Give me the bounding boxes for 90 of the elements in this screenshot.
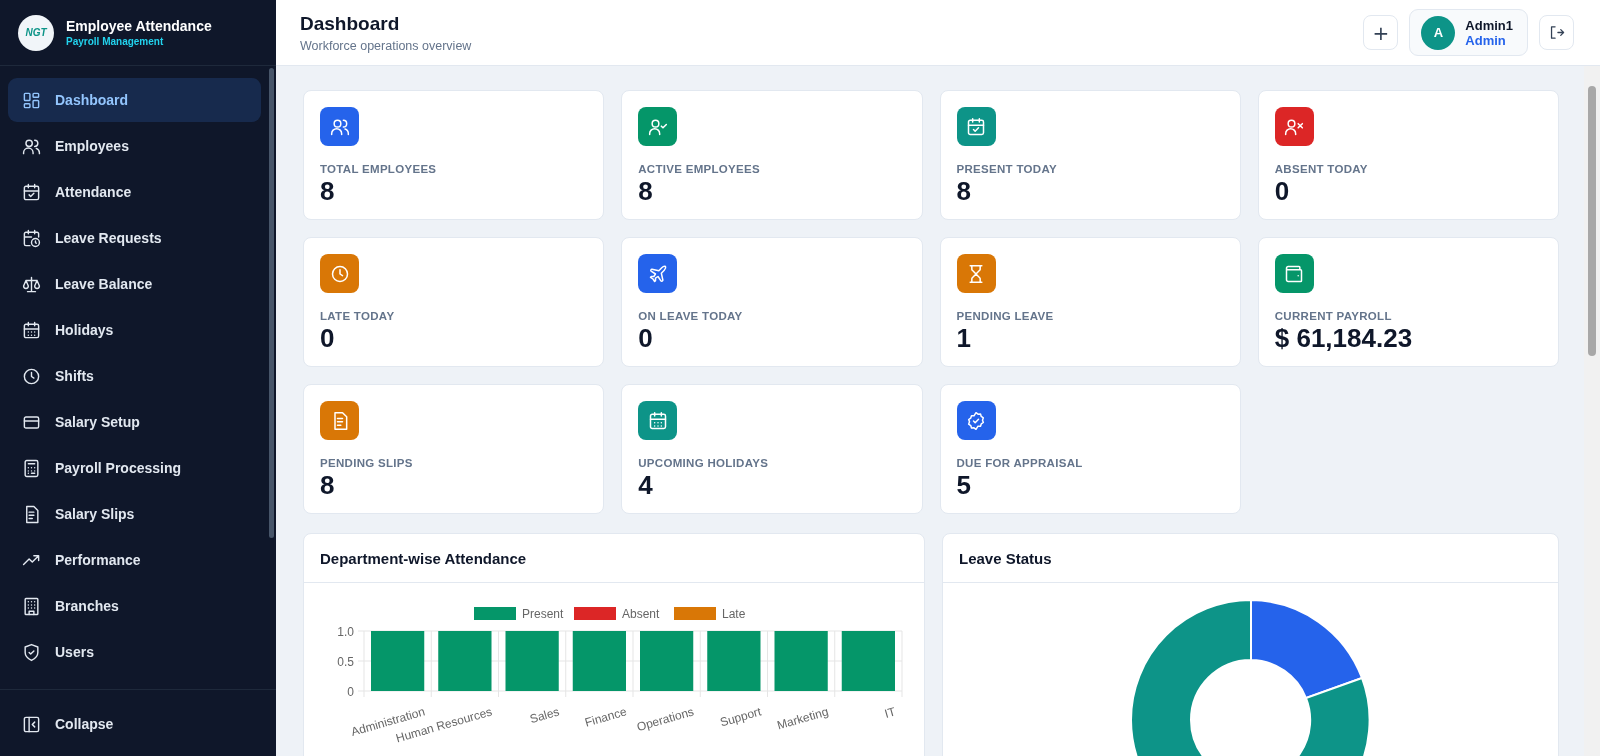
bar bbox=[774, 631, 828, 691]
stat-label: DUE FOR APPRAISAL bbox=[956, 457, 1084, 469]
sidebar-item[interactable]: Leave Balance bbox=[8, 262, 261, 306]
logout-icon bbox=[1548, 24, 1565, 41]
calculator-icon bbox=[22, 458, 41, 478]
stat-label: TOTAL EMPLOYEES bbox=[320, 163, 438, 175]
calendar-icon bbox=[647, 410, 668, 431]
stat-label: PRESENT TODAY bbox=[956, 163, 1058, 175]
stat-label: ON LEAVE TODAY bbox=[638, 310, 744, 322]
stat-label: CURRENT PAYROLL bbox=[1274, 310, 1393, 322]
app-title: Employee Attendance bbox=[66, 18, 212, 34]
stat-label: LATE TODAY bbox=[320, 310, 396, 322]
stat-value: 1 bbox=[956, 323, 972, 354]
grid-icon bbox=[22, 90, 41, 110]
y-tick-label: 0.5 bbox=[337, 655, 354, 669]
bar bbox=[371, 631, 425, 691]
sidebar-item[interactable]: Performance bbox=[8, 538, 261, 582]
sidebar-item[interactable]: Salary Slips bbox=[8, 492, 261, 536]
calendar-clock-icon bbox=[22, 228, 41, 248]
sidebar-item[interactable]: Payroll Processing bbox=[8, 446, 261, 490]
x-axis-label: Finance bbox=[583, 704, 629, 730]
calendar-check-icon bbox=[966, 116, 986, 137]
stat-value: $ 61,184.23 bbox=[1274, 323, 1414, 354]
stat-value: 0 bbox=[638, 323, 654, 354]
sidebar-item[interactable]: Salary Setup bbox=[8, 400, 261, 444]
stat-value: 8 bbox=[956, 176, 972, 207]
bar bbox=[505, 631, 559, 691]
sidebar-item[interactable]: Employees bbox=[8, 124, 261, 168]
sidebar-item[interactable]: Attendance bbox=[8, 170, 261, 214]
scrollbar[interactable] bbox=[269, 68, 274, 538]
sidebar-collapse-icon bbox=[22, 714, 41, 734]
legend-item[interactable]: Present bbox=[474, 607, 564, 621]
sidebar-item[interactable]: Shifts bbox=[8, 354, 261, 398]
y-tick-label: 0 bbox=[347, 685, 354, 699]
bar bbox=[841, 631, 895, 691]
add-button[interactable]: + bbox=[1363, 15, 1399, 50]
bar bbox=[572, 631, 626, 691]
legend-label: Present bbox=[522, 607, 565, 621]
sidebar-item[interactable]: Users bbox=[8, 630, 261, 674]
stat-value: 5 bbox=[956, 470, 972, 501]
app-subtitle: Payroll Management bbox=[66, 36, 165, 47]
y-tick-label: 1.0 bbox=[337, 625, 354, 639]
shield-icon bbox=[22, 642, 41, 662]
page-subtitle: Workforce operations overview bbox=[300, 38, 472, 53]
panel-title: Leave Status bbox=[959, 549, 1052, 567]
sidebar-item[interactable]: Dashboard bbox=[8, 78, 261, 122]
sidebar-item[interactable]: Branches bbox=[8, 584, 261, 628]
collapse-button[interactable]: Collapse bbox=[8, 702, 261, 746]
stat-value: 4 bbox=[638, 470, 654, 501]
sidebar-item[interactable]: Holidays bbox=[8, 308, 261, 352]
bar bbox=[707, 631, 761, 691]
stat-value: 0 bbox=[1274, 176, 1291, 207]
panel-title: Department-wise Attendance bbox=[320, 549, 527, 567]
building-icon bbox=[22, 596, 41, 616]
user-name: Admin1 bbox=[1465, 17, 1513, 33]
x-axis-label: Sales bbox=[528, 704, 561, 727]
user-menu[interactable]: A Admin1 Admin bbox=[1409, 9, 1528, 56]
stat-label: UPCOMING HOLIDAYS bbox=[638, 457, 770, 469]
calendar-icon bbox=[22, 320, 41, 340]
clock-icon bbox=[329, 263, 350, 284]
airplane-icon bbox=[647, 263, 668, 284]
bar bbox=[438, 631, 492, 691]
user-role: Admin bbox=[1465, 32, 1506, 48]
wallet-icon bbox=[1284, 263, 1305, 284]
avatar: A bbox=[1421, 15, 1456, 50]
sidebar-item[interactable]: Leave Requests bbox=[8, 216, 261, 260]
legend-label: Late bbox=[722, 607, 746, 621]
page-title: Dashboard bbox=[300, 12, 401, 35]
bar bbox=[640, 631, 694, 691]
x-axis-label: Support bbox=[718, 704, 763, 730]
stat-label: ABSENT TODAY bbox=[1274, 163, 1369, 175]
logo: NGT bbox=[18, 14, 54, 51]
scale-icon bbox=[22, 274, 41, 294]
legend-label: Absent bbox=[622, 607, 661, 621]
stat-label: ACTIVE EMPLOYEES bbox=[638, 163, 761, 175]
stat-value: 8 bbox=[320, 470, 336, 501]
hourglass-icon bbox=[966, 263, 986, 284]
stat-value: 8 bbox=[320, 176, 336, 207]
x-axis-label: Marketing bbox=[775, 704, 830, 733]
calendar-check-icon bbox=[22, 182, 41, 202]
clock-icon bbox=[22, 366, 41, 386]
logout-button[interactable] bbox=[1539, 15, 1574, 50]
badge-check-icon bbox=[966, 410, 986, 431]
scrollbar[interactable] bbox=[1584, 66, 1600, 756]
stat-value: 8 bbox=[638, 176, 654, 207]
stat-label: PENDING LEAVE bbox=[956, 310, 1055, 322]
legend-item[interactable]: Absent bbox=[574, 607, 660, 621]
stat-value: 0 bbox=[320, 323, 336, 354]
stat-label: PENDING SLIPS bbox=[320, 457, 414, 469]
x-axis-label: IT bbox=[883, 704, 898, 721]
